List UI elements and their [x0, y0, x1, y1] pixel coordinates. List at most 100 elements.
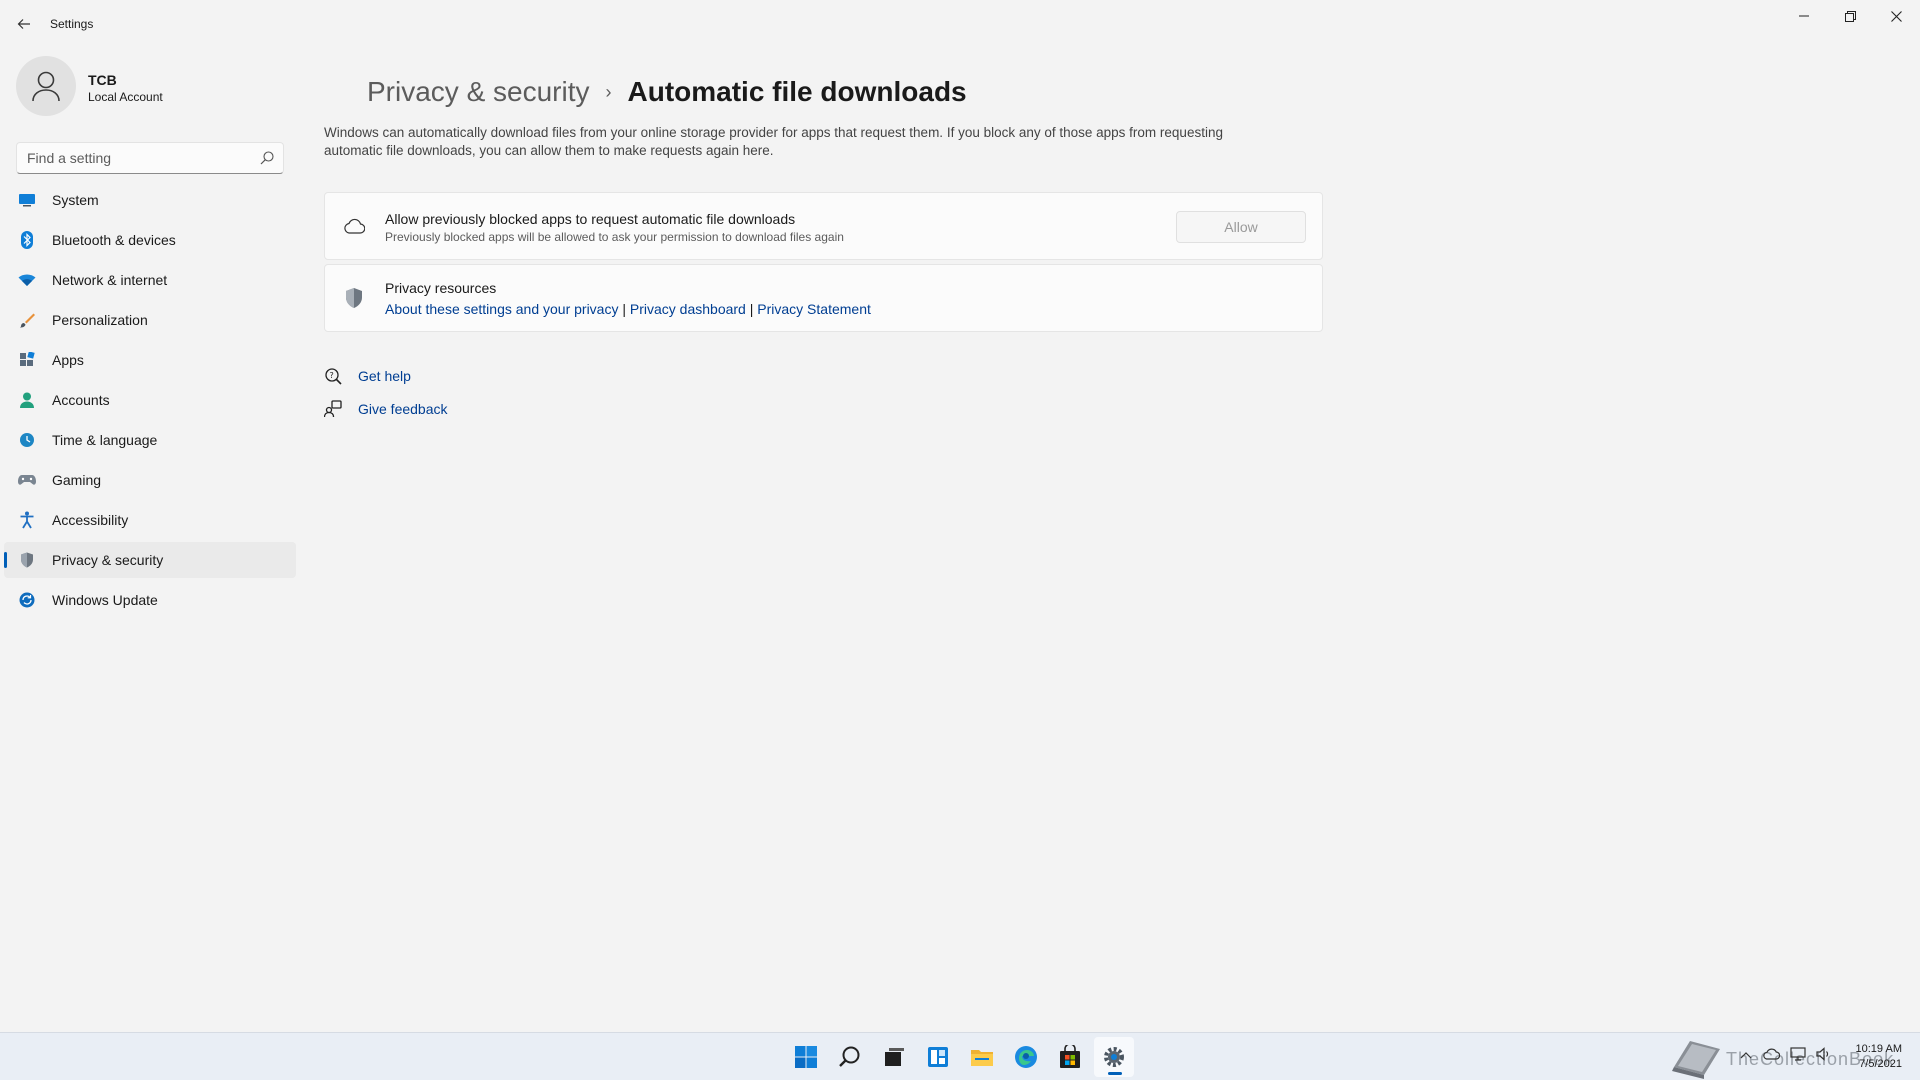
close-icon: [1890, 10, 1902, 22]
sidebar-item-label: Privacy & security: [52, 552, 164, 568]
link-separator: |: [622, 301, 626, 317]
accessibility-icon: [18, 511, 36, 529]
search-input[interactable]: [17, 143, 237, 173]
taskbar-apps: [786, 1037, 1138, 1077]
sidebar-item-privacy-security[interactable]: Privacy & security: [4, 542, 296, 578]
task-view-icon: [885, 1048, 904, 1066]
svg-text:?: ?: [330, 371, 334, 380]
store-icon: [1060, 1045, 1080, 1068]
settings-taskbar-button[interactable]: [1094, 1037, 1134, 1077]
user-profile[interactable]: TCB Local Account: [16, 56, 286, 118]
privacy-resources-card: Privacy resources About these settings a…: [324, 264, 1323, 332]
sidebar-item-label: Gaming: [52, 472, 102, 488]
chevron-right-icon: ›: [605, 81, 612, 102]
book-logo-icon: [1672, 1041, 1720, 1079]
sidebar-item-label: Bluetooth & devices: [52, 232, 176, 248]
sidebar-item-label: System: [52, 192, 99, 208]
taskbar: TheCollectionBook 10:19 AM 7/5/2021: [0, 1032, 1920, 1080]
maximize-button[interactable]: [1827, 0, 1873, 32]
update-icon: [18, 591, 36, 609]
network-icon[interactable]: [1790, 1047, 1806, 1064]
card-title: Allow previously blocked apps to request…: [385, 211, 796, 227]
sidebar-item-label: Network & internet: [52, 272, 168, 288]
about-privacy-link[interactable]: About these settings and your privacy: [385, 301, 618, 317]
sidebar-item-label: Personalization: [52, 312, 148, 328]
widgets-button[interactable]: [918, 1037, 958, 1077]
back-button[interactable]: [12, 12, 36, 36]
give-feedback-link[interactable]: Give feedback: [358, 401, 448, 417]
title-bar: Settings: [0, 0, 1920, 48]
edge-icon: [1015, 1046, 1037, 1068]
settings-window: Settings TCB Local Account System: [0, 0, 1920, 1032]
shield-icon: [343, 287, 365, 309]
card-title: Privacy resources: [385, 280, 497, 296]
settings-icon: [1104, 1047, 1124, 1067]
globe-clock-icon: [18, 431, 36, 449]
sidebar-item-time-language[interactable]: Time & language: [4, 422, 296, 458]
sidebar-item-network-internet[interactable]: Network & internet: [4, 262, 296, 298]
breadcrumb-parent-link[interactable]: Privacy & security: [367, 76, 590, 108]
wifi-icon: [18, 271, 36, 289]
brush-icon: [18, 311, 36, 329]
sidebar-item-accessibility[interactable]: Accessibility: [4, 502, 296, 538]
search-icon[interactable]: [259, 150, 275, 166]
profile-account-type: Local Account: [88, 90, 163, 104]
sidebar-item-apps[interactable]: Apps: [4, 342, 296, 378]
clock-date: 7/5/2021: [1859, 1058, 1902, 1070]
privacy-dashboard-link[interactable]: Privacy dashboard: [630, 301, 746, 317]
user-icon: [32, 71, 60, 102]
file-explorer-button[interactable]: [962, 1037, 1002, 1077]
account-icon: [18, 391, 36, 409]
taskbar-clock[interactable]: 10:19 AM 7/5/2021: [1856, 1042, 1902, 1072]
settings-search-box[interactable]: [16, 142, 284, 174]
breadcrumb: Privacy & security › Automatic file down…: [367, 76, 967, 108]
system-tray: [1740, 1047, 1842, 1064]
chevron-up-icon[interactable]: [1740, 1048, 1752, 1063]
card-subtitle: Previously blocked apps will be allowed …: [385, 230, 844, 244]
get-help-link[interactable]: Get help: [358, 368, 411, 384]
privacy-statement-link[interactable]: Privacy Statement: [757, 301, 871, 317]
sidebar-item-personalization[interactable]: Personalization: [4, 302, 296, 338]
avatar: [16, 56, 76, 116]
help-icon: ?: [324, 367, 342, 385]
system-icon: [18, 191, 36, 209]
gamepad-icon: [18, 471, 36, 489]
allow-button[interactable]: Allow: [1176, 211, 1306, 243]
sidebar-item-accounts[interactable]: Accounts: [4, 382, 296, 418]
sidebar-item-label: Accounts: [52, 392, 110, 408]
sidebar-item-label: Windows Update: [52, 592, 158, 608]
search-icon: [839, 1046, 860, 1067]
minimize-button[interactable]: [1781, 0, 1827, 32]
feedback-icon: [324, 400, 342, 418]
bluetooth-icon: [18, 231, 36, 249]
sidebar-item-label: Apps: [52, 352, 84, 368]
back-arrow-icon: [17, 19, 30, 29]
file-explorer-icon: [971, 1050, 993, 1066]
shield-icon: [18, 551, 36, 569]
give-feedback-row[interactable]: Give feedback: [324, 400, 448, 418]
edge-button[interactable]: [1006, 1037, 1046, 1077]
sidebar-item-bluetooth-devices[interactable]: Bluetooth & devices: [4, 222, 296, 258]
page-description: Windows can automatically download files…: [324, 125, 1223, 158]
sidebar-nav: System Bluetooth & devices Network & int…: [4, 182, 296, 622]
start-button[interactable]: [786, 1037, 826, 1077]
volume-icon[interactable]: [1816, 1047, 1832, 1064]
link-separator: |: [749, 301, 754, 317]
taskbar-search-button[interactable]: [830, 1037, 870, 1077]
sidebar-item-label: Time & language: [52, 432, 158, 448]
minimize-icon: [1799, 15, 1809, 17]
apps-icon: [18, 351, 36, 369]
sidebar-item-gaming[interactable]: Gaming: [4, 462, 296, 498]
allow-blocked-apps-card: Allow previously blocked apps to request…: [324, 192, 1323, 260]
clock-time: 10:19 AM: [1855, 1043, 1902, 1055]
store-button[interactable]: [1050, 1037, 1090, 1077]
sidebar-item-windows-update[interactable]: Windows Update: [4, 582, 296, 618]
sidebar-item-system[interactable]: System: [4, 182, 296, 218]
onedrive-cloud-icon[interactable]: [1762, 1048, 1781, 1063]
start-icon: [795, 1046, 817, 1068]
task-view-button[interactable]: [874, 1037, 914, 1077]
close-button[interactable]: [1873, 0, 1919, 32]
page-title: Automatic file downloads: [627, 76, 967, 107]
get-help-row[interactable]: ? Get help: [324, 367, 411, 385]
profile-name: TCB: [88, 72, 117, 88]
